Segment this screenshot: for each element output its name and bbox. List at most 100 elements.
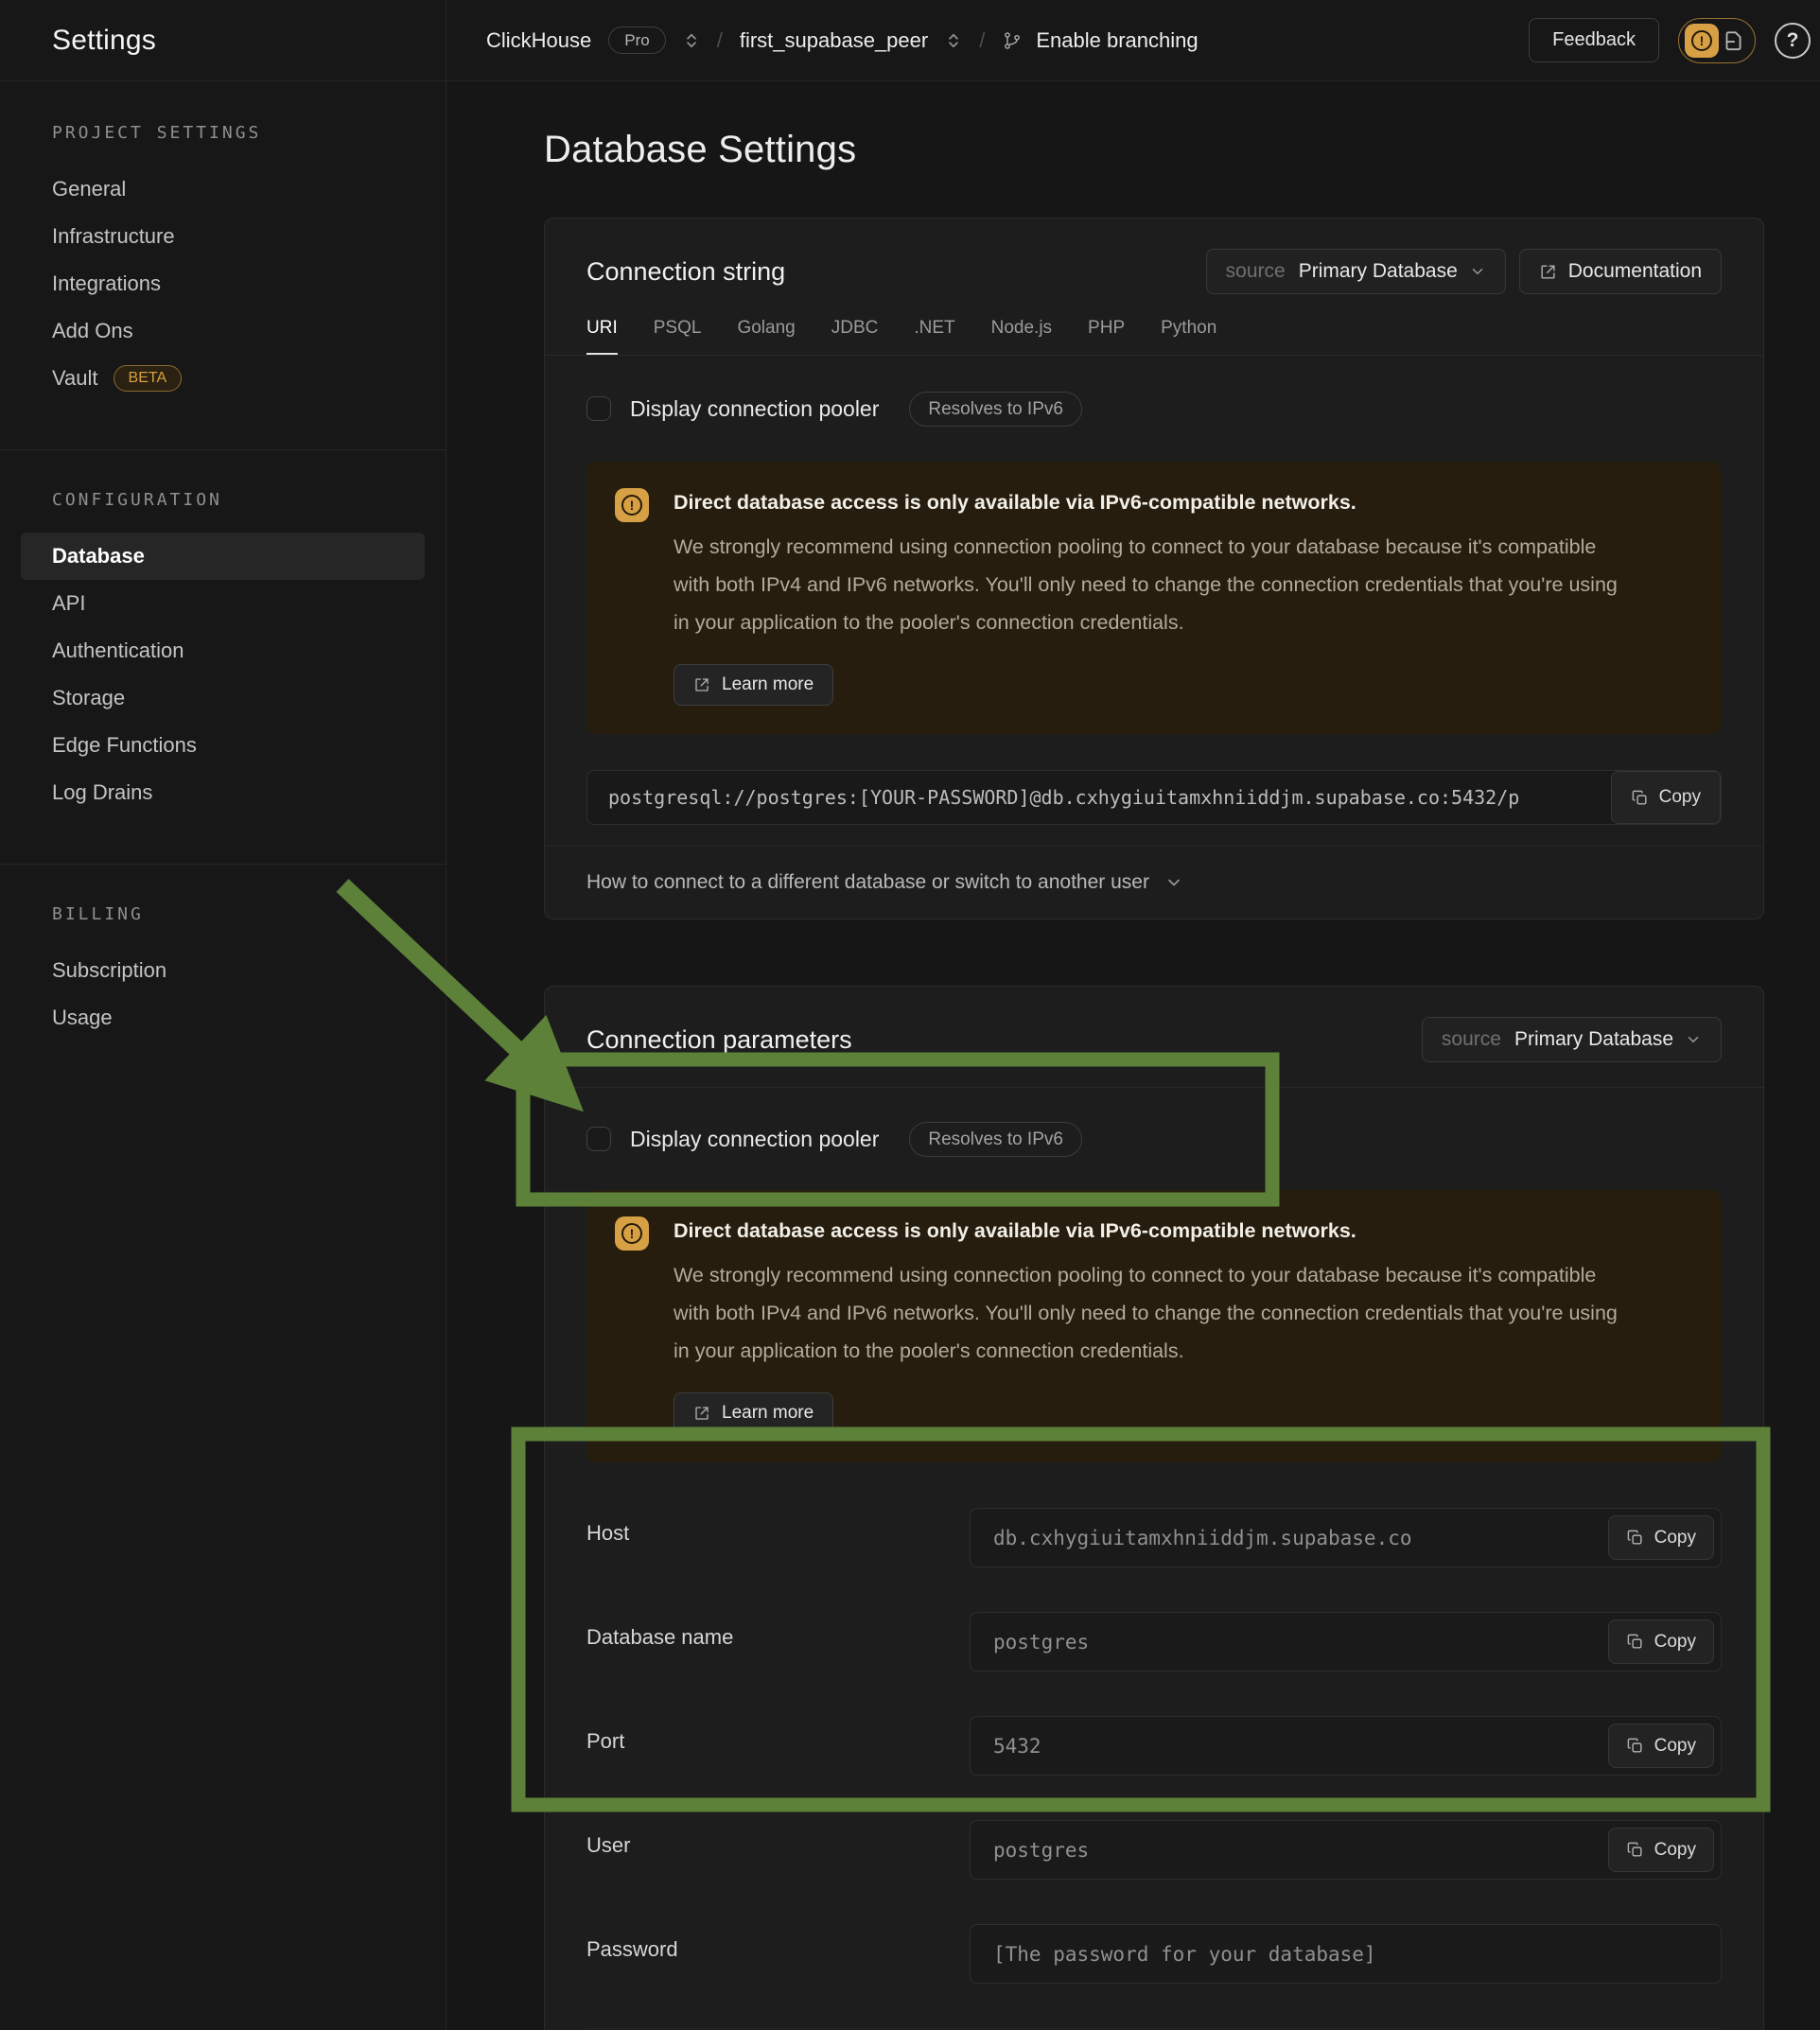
sidebar-item-usage[interactable]: Usage (21, 994, 425, 1041)
host-field[interactable]: db.cxhygiuitamxhniiddjm.supabase.co Copy (970, 1508, 1722, 1567)
connection-uri-field[interactable]: postgresql://postgres:[YOUR-PASSWORD]@db… (586, 770, 1722, 825)
tab-nodejs[interactable]: Node.js (991, 317, 1052, 340)
learn-more-label: Learn more (722, 1403, 814, 1424)
tab-jdbc[interactable]: JDBC (831, 317, 879, 340)
pooler-toggle-row: Display connection pooler Resolves to IP… (586, 388, 1722, 429)
sidebar-item-edge-functions[interactable]: Edge Functions (21, 722, 425, 769)
user-label: User (586, 1820, 970, 1858)
database-name-field[interactable]: postgres Copy (970, 1612, 1722, 1671)
pooler-checkbox-label: Display connection pooler (630, 396, 879, 422)
beta-badge: BETA (114, 365, 183, 392)
enable-branching-label: Enable branching (1036, 28, 1198, 53)
git-branch-icon (1002, 30, 1023, 51)
sidebar-item-general[interactable]: General (21, 166, 425, 213)
connect-help-expander[interactable]: How to connect to a different database o… (586, 871, 1183, 894)
chevrons-up-down-icon[interactable] (683, 32, 700, 49)
copy-icon (1631, 789, 1649, 807)
connection-string-tabs: URI PSQL Golang JDBC .NET Node.js PHP Py… (586, 317, 1722, 355)
display-connection-pooler-checkbox[interactable] (586, 396, 611, 421)
breadcrumb-org[interactable]: ClickHouse (486, 28, 591, 53)
display-connection-pooler-checkbox[interactable] (586, 1127, 611, 1151)
page-title: Settings (52, 25, 156, 57)
breadcrumb-project[interactable]: first_supabase_peer (740, 28, 928, 53)
external-link-icon (693, 676, 710, 693)
host-label: Host (586, 1508, 970, 1546)
tab-golang[interactable]: Golang (737, 317, 795, 340)
source-select[interactable]: source Primary Database (1422, 1017, 1722, 1062)
section-label-configuration: CONFIGURATION (21, 490, 425, 510)
copy-host-button[interactable]: Copy (1608, 1515, 1714, 1560)
tab-uri[interactable]: URI (586, 317, 618, 355)
top-bar: Settings ClickHouse Pro / first_supabase… (0, 0, 1820, 81)
feedback-button[interactable]: Feedback (1529, 18, 1659, 62)
host-value: db.cxhygiuitamxhniiddjm.supabase.co (993, 1527, 1412, 1549)
learn-more-button[interactable]: Learn more (674, 664, 833, 706)
chevron-down-icon (1164, 873, 1183, 892)
copy-database-name-button[interactable]: Copy (1608, 1619, 1714, 1664)
user-field[interactable]: postgres Copy (970, 1820, 1722, 1880)
tab-dotnet[interactable]: .NET (914, 317, 954, 340)
ipv6-warning-callout: ! Direct database access is only availab… (586, 1190, 1722, 1462)
copy-user-button[interactable]: Copy (1608, 1828, 1714, 1872)
database-name-row: Database name postgres Copy (586, 1612, 1722, 1671)
resolves-to-ipv6-badge: Resolves to IPv6 (909, 392, 1082, 427)
tab-python[interactable]: Python (1161, 317, 1216, 340)
warning-icon: ! (615, 488, 649, 522)
resolves-to-ipv6-badge: Resolves to IPv6 (909, 1122, 1082, 1157)
section-label-project-settings: PROJECT SETTINGS (21, 123, 425, 143)
help-icon[interactable]: ? (1775, 23, 1811, 59)
sidebar-item-log-drains[interactable]: Log Drains (21, 769, 425, 816)
password-row: Password [The password for your database… (586, 1924, 1722, 1984)
sidebar-item-api[interactable]: API (21, 580, 425, 627)
connection-parameter-fields: Host db.cxhygiuitamxhniiddjm.supabase.co… (586, 1508, 1722, 1984)
database-name-value: postgres (993, 1631, 1089, 1654)
connection-string-footer: How to connect to a different database o… (545, 846, 1763, 919)
sidebar-section-configuration: CONFIGURATION Database API Authenticatio… (0, 449, 446, 816)
tab-psql[interactable]: PSQL (654, 317, 702, 340)
source-select[interactable]: source Primary Database (1206, 249, 1506, 294)
topbar-actions: Feedback ! ? (1529, 18, 1795, 63)
sidebar-item-database[interactable]: Database (21, 533, 425, 580)
documentation-button[interactable]: Documentation (1519, 249, 1722, 294)
port-field[interactable]: 5432 Copy (970, 1716, 1722, 1776)
source-label: source (1226, 260, 1286, 283)
copy-icon (1626, 1633, 1644, 1651)
copy-icon (1626, 1841, 1644, 1859)
sidebar-item-authentication[interactable]: Authentication (21, 627, 425, 674)
chevrons-up-down-icon[interactable] (945, 32, 962, 49)
sidebar-item-add-ons[interactable]: Add Ons (21, 307, 425, 355)
notifications-button[interactable]: ! (1678, 18, 1756, 63)
connection-string-card: Connection string source Primary Databas… (544, 218, 1764, 919)
pooler-toggle-row: Display connection pooler Resolves to IP… (586, 1118, 1722, 1160)
sidebar-section-project-settings: PROJECT SETTINGS General Infrastructure … (0, 81, 446, 402)
enable-branching-button[interactable]: Enable branching (1002, 28, 1198, 53)
database-name-label: Database name (586, 1612, 970, 1650)
port-label: Port (586, 1716, 970, 1754)
plan-badge: Pro (608, 26, 665, 54)
sidebar-item-subscription[interactable]: Subscription (21, 947, 425, 994)
copy-port-button[interactable]: Copy (1608, 1724, 1714, 1768)
learn-more-button[interactable]: Learn more (674, 1392, 833, 1434)
connection-string-header: Connection string source Primary Databas… (545, 219, 1763, 356)
warning-title: Direct database access is only available… (674, 1216, 1629, 1245)
password-field[interactable]: [The password for your database] (970, 1924, 1722, 1984)
warning-title: Direct database access is only available… (674, 488, 1629, 516)
port-row: Port 5432 Copy (586, 1716, 1722, 1776)
copy-icon (1626, 1529, 1644, 1547)
sidebar-item-storage[interactable]: Storage (21, 674, 425, 722)
tab-php[interactable]: PHP (1088, 317, 1125, 340)
page-heading: Database Settings (544, 125, 1820, 174)
chevron-down-icon (1469, 263, 1486, 280)
breadcrumb-separator: / (717, 28, 723, 53)
user-row: User postgres Copy (586, 1820, 1722, 1880)
host-row: Host db.cxhygiuitamxhniiddjm.supabase.co… (586, 1508, 1722, 1567)
password-value: [The password for your database] (993, 1943, 1376, 1966)
sidebar-section-billing: BILLING Subscription Usage (0, 864, 446, 1041)
sidebar-item-integrations[interactable]: Integrations (21, 260, 425, 307)
source-label: source (1442, 1028, 1501, 1051)
sidebar-item-infrastructure[interactable]: Infrastructure (21, 213, 425, 260)
copy-icon (1626, 1737, 1644, 1755)
copy-uri-button[interactable]: Copy (1611, 771, 1721, 824)
sidebar-item-vault[interactable]: Vault BETA (21, 355, 425, 402)
breadcrumb: ClickHouse Pro / first_supabase_peer / E… (486, 26, 1199, 54)
